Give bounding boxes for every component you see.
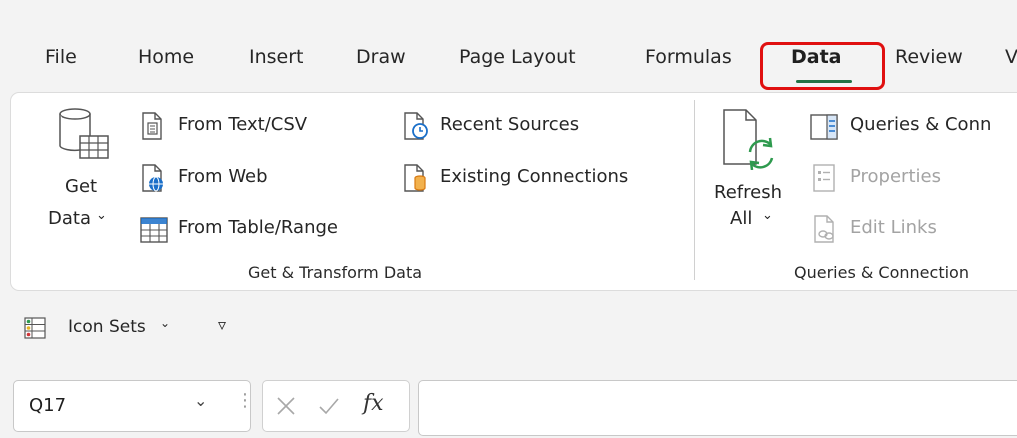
refresh-all-label-line1: Refresh <box>714 182 782 203</box>
cancel-icon[interactable] <box>275 395 297 417</box>
formula-buttons-group: fx <box>262 380 410 432</box>
from-table-range-button[interactable]: From Table/Range <box>140 215 380 245</box>
recent-sources-button[interactable]: Recent Sources <box>402 112 612 142</box>
properties-button[interactable]: Properties <box>810 164 990 194</box>
chevron-down-icon: ⌄ <box>762 208 773 223</box>
recent-sources-icon <box>404 112 428 140</box>
existing-connections-label: Existing Connections <box>440 166 629 187</box>
enter-check-icon[interactable] <box>317 395 341 417</box>
from-text-csv-button[interactable]: From Text/CSV <box>140 112 350 142</box>
tab-view-partial[interactable]: V <box>1005 46 1017 68</box>
chevron-down-icon: ⌄ <box>160 316 171 330</box>
tab-draw[interactable]: Draw <box>356 46 406 68</box>
tab-insert[interactable]: Insert <box>249 46 304 68</box>
existing-connections-icon <box>404 164 426 192</box>
customize-quick-access-icon[interactable]: ▿ <box>218 315 226 334</box>
from-web-label: From Web <box>178 166 268 187</box>
name-box-value: Q17 <box>29 395 67 416</box>
tab-review[interactable]: Review <box>895 46 963 68</box>
text-document-icon <box>142 112 162 140</box>
get-data-button[interactable]: Get Data ⌄ <box>40 104 120 244</box>
group-separator <box>694 100 695 280</box>
data-tab-highlight-box <box>760 42 885 90</box>
from-table-range-label: From Table/Range <box>178 217 338 238</box>
from-web-button[interactable]: From Web <box>140 164 300 194</box>
quick-access-toolbar: Icon Sets ⌄ ▿ <box>0 300 1017 352</box>
properties-icon <box>813 164 835 192</box>
refresh-all-label-line2: All <box>730 208 753 229</box>
recent-sources-label: Recent Sources <box>440 114 580 135</box>
queries-connections-button[interactable]: Queries & Conn <box>810 112 1017 142</box>
icon-sets-label: Icon Sets <box>68 317 146 337</box>
ribbon-tab-bar: File Home Insert Draw Page Layout Formul… <box>0 40 1017 90</box>
formula-input[interactable] <box>418 380 1017 436</box>
get-transform-group-label: Get & Transform Data <box>248 263 423 282</box>
tab-file[interactable]: File <box>45 46 77 68</box>
properties-label: Properties <box>850 166 941 187</box>
tab-home[interactable]: Home <box>138 46 194 68</box>
queries-connections-label: Queries & Conn <box>850 114 992 135</box>
chevron-down-icon[interactable]: ⌄ <box>194 391 207 410</box>
web-document-icon <box>142 164 163 192</box>
database-table-icon <box>59 108 109 159</box>
refresh-all-button[interactable]: Refresh All ⌄ <box>710 104 800 244</box>
formula-bar-splitter-icon[interactable]: ⋮ <box>236 390 254 411</box>
existing-connections-button[interactable]: Existing Connections <box>402 164 667 194</box>
edit-links-icon <box>814 215 834 243</box>
edit-links-label: Edit Links <box>850 217 937 238</box>
queries-connections-group-label: Queries & Connection <box>794 263 969 282</box>
chevron-down-icon: ⌄ <box>96 208 107 223</box>
get-data-label-line1: Get <box>65 176 98 197</box>
edit-links-button[interactable]: Edit Links <box>810 215 990 245</box>
icon-sets-button[interactable]: Icon Sets ⌄ <box>24 316 194 342</box>
from-text-csv-label: From Text/CSV <box>178 114 308 135</box>
table-range-icon <box>140 217 168 243</box>
tab-page-layout[interactable]: Page Layout <box>459 46 576 68</box>
refresh-icon <box>723 109 774 170</box>
icon-sets-icon <box>24 317 46 339</box>
get-data-label-line2: Data <box>48 208 91 229</box>
name-box[interactable]: Q17 ⌄ <box>13 380 251 432</box>
tab-formulas[interactable]: Formulas <box>645 46 732 68</box>
insert-function-icon[interactable]: fx <box>363 391 384 416</box>
formula-bar: Q17 ⌄ ⋮ fx <box>0 370 1017 438</box>
queries-pane-icon <box>810 114 838 140</box>
